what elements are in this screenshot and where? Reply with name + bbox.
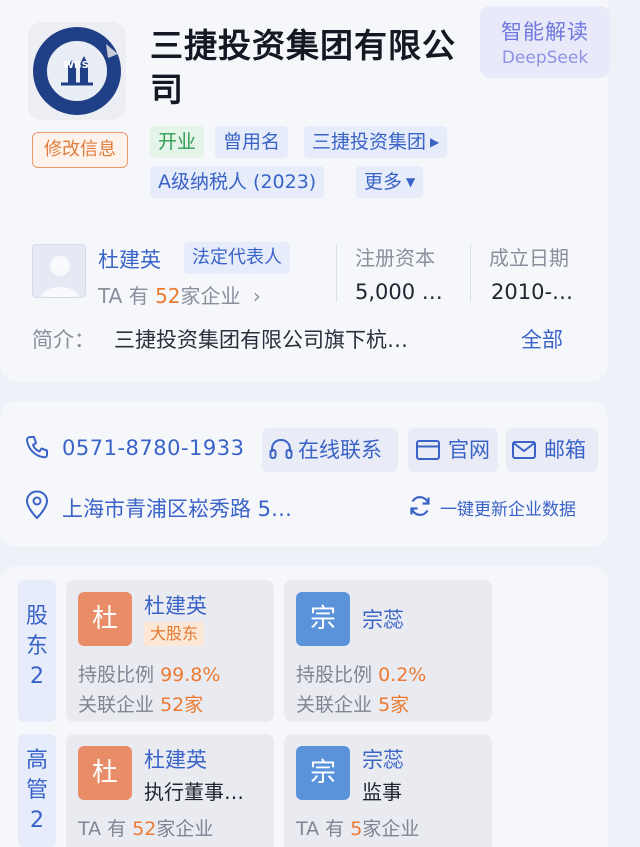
shareholders-tab-label: 股东	[26, 604, 49, 659]
ai-button-subtitle: DeepSeek	[501, 48, 589, 68]
logo-text: WBS	[63, 60, 89, 71]
executive-card[interactable]: 宗 宗蕊 监事 TA 有 5家企业	[284, 734, 492, 847]
more-tags-button[interactable]: 更多 ▼	[356, 166, 424, 198]
intro-text: 三捷投资集团有限公司旗下杭…	[114, 328, 408, 352]
online-contact-button[interactable]: 在线联系	[262, 428, 398, 472]
executives-tab[interactable]: 高管 2	[18, 734, 56, 847]
shareholder-card[interactable]: 杜 杜建英 大股东 持股比例 99.8% 关联企业 52家	[66, 580, 274, 722]
company-logo: WBS	[28, 22, 126, 120]
related-companies: 关联企业 52家	[78, 694, 204, 716]
ai-button-title: 智能解读	[501, 20, 589, 44]
executive-role: 执行董事…	[144, 780, 244, 804]
executive-companies: TA 有 52家企业	[78, 818, 214, 840]
shareholding-ratio: 持股比例 99.8%	[78, 664, 221, 686]
shareholders-tab-count: 2	[30, 664, 44, 689]
taxpayer-tag: A级纳税人 (2023)	[150, 166, 325, 198]
refresh-data-link[interactable]: 一键更新企业数据	[440, 495, 576, 520]
online-contact-label: 在线联系	[298, 438, 382, 462]
executives-tab-label: 高管	[26, 748, 49, 803]
edit-info-button[interactable]: 修改信息	[32, 132, 128, 168]
legal-rep-name[interactable]: 杜建英	[98, 244, 161, 274]
phone-icon	[25, 436, 48, 459]
former-name-value-tag[interactable]: 三捷投资集团 ▶	[304, 126, 448, 158]
shareholder-card[interactable]: 宗 宗蕊 持股比例 0.2% 关联企业 5家	[284, 580, 492, 722]
chevron-right-icon: ›	[252, 284, 261, 308]
email-button[interactable]: 邮箱	[506, 428, 598, 472]
legal-rep-companies-link[interactable]: TA 有 52家企业 ›	[98, 280, 261, 309]
divider	[336, 244, 337, 302]
executive-avatar: 杜	[78, 746, 132, 800]
executives-tab-count: 2	[30, 808, 44, 833]
company-name: 三捷投资集团有限公 司	[150, 26, 456, 109]
former-name-tag: 曾用名	[215, 126, 289, 158]
shareholder-name[interactable]: 杜建英	[144, 590, 207, 620]
browser-icon	[416, 440, 440, 460]
status-tag: 开业	[150, 126, 205, 158]
shareholder-avatar: 宗	[296, 592, 350, 646]
caret-right-icon: ▶	[430, 135, 440, 149]
legal-rep-role-tag: 法定代表人	[184, 242, 290, 274]
caret-down-icon: ▼	[406, 175, 416, 189]
executive-name[interactable]: 杜建英	[144, 744, 207, 774]
phone-number[interactable]: 0571-8780-1933	[62, 436, 245, 460]
divider	[470, 244, 471, 302]
intro-label: 简介：	[32, 328, 95, 352]
founded-value: 2010-…	[491, 280, 574, 304]
website-label: 官网	[448, 438, 490, 462]
location-pin-icon	[25, 490, 49, 520]
refresh-icon[interactable]	[407, 493, 433, 519]
shareholding-ratio: 持股比例 0.2%	[296, 664, 427, 686]
executive-card[interactable]: 杜 杜建英 执行董事… TA 有 52家企业	[66, 734, 274, 847]
registered-capital-label: 注册资本	[355, 246, 435, 270]
company-address[interactable]: 上海市青浦区崧秀路 5…	[62, 493, 292, 523]
mail-icon	[512, 441, 536, 459]
executive-name[interactable]: 宗蕊	[362, 744, 404, 774]
intro-expand-link[interactable]: 全部	[521, 324, 563, 354]
major-shareholder-badge: 大股东	[144, 622, 205, 646]
executive-role: 监事	[362, 780, 402, 804]
legal-rep-avatar[interactable]	[32, 244, 86, 298]
related-companies: 关联企业 5家	[296, 694, 410, 716]
executive-avatar: 宗	[296, 746, 350, 800]
executive-companies: TA 有 5家企业	[296, 818, 420, 840]
founded-label: 成立日期	[489, 246, 569, 270]
headset-icon	[269, 438, 293, 459]
shareholder-avatar: 杜	[78, 592, 132, 646]
contact-card	[0, 401, 608, 547]
shareholder-name[interactable]: 宗蕊	[362, 604, 404, 634]
ai-interpret-button[interactable]: 智能解读 DeepSeek	[480, 6, 610, 78]
website-button[interactable]: 官网	[408, 428, 498, 472]
shareholders-tab[interactable]: 股东 2	[18, 580, 56, 722]
registered-capital-value: 5,000 …	[355, 280, 443, 304]
email-label: 邮箱	[544, 438, 586, 462]
